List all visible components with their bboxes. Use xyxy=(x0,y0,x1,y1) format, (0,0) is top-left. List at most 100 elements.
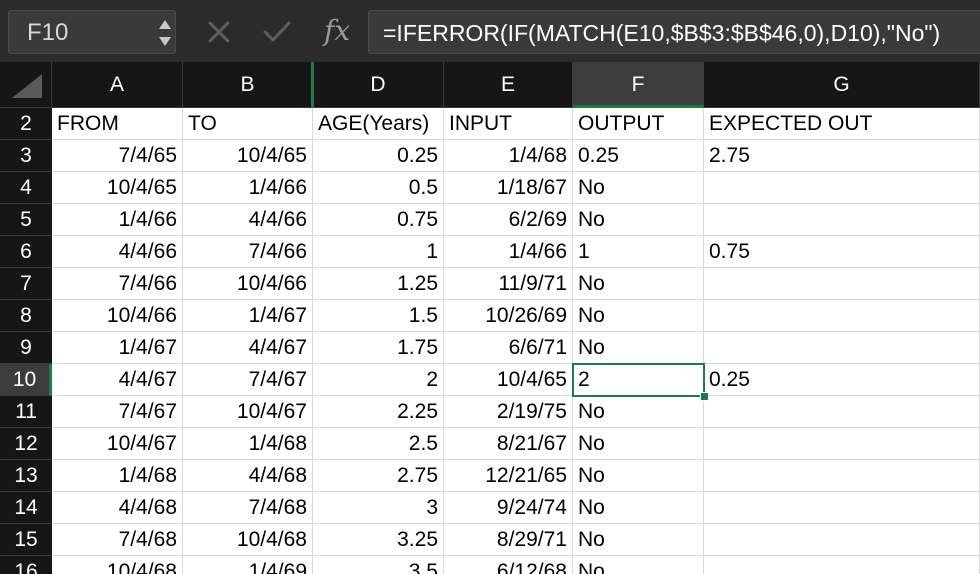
cell-g7[interactable] xyxy=(704,268,980,300)
cell-d7[interactable]: 1.25 xyxy=(313,268,444,300)
cell-b12[interactable]: 1/4/68 xyxy=(183,428,313,460)
cell-f13[interactable]: No xyxy=(573,460,704,492)
cell-f15[interactable]: No xyxy=(573,524,704,556)
cell-f2[interactable]: OUTPUT xyxy=(573,108,704,140)
fill-handle[interactable] xyxy=(700,392,709,401)
cell-a4[interactable]: 10/4/65 xyxy=(52,172,183,204)
cell-g6[interactable]: 0.75 xyxy=(704,236,980,268)
row-header-15[interactable]: 15 xyxy=(0,524,52,556)
cell-b15[interactable]: 10/4/68 xyxy=(183,524,313,556)
cell-g5[interactable] xyxy=(704,204,980,236)
select-all-button[interactable] xyxy=(0,62,52,108)
cell-b6[interactable]: 7/4/66 xyxy=(183,236,313,268)
cell-b16[interactable]: 1/4/69 xyxy=(183,556,313,574)
row-header-14[interactable]: 14 xyxy=(0,492,52,524)
stepper-icon[interactable] xyxy=(157,17,173,49)
cell-a10[interactable]: 4/4/67 xyxy=(52,364,183,396)
cell-d15[interactable]: 3.25 xyxy=(313,524,444,556)
cell-d12[interactable]: 2.5 xyxy=(313,428,444,460)
cell-e13[interactable]: 12/21/65 xyxy=(444,460,573,492)
cell-a16[interactable]: 10/4/68 xyxy=(52,556,183,574)
cell-a7[interactable]: 7/4/66 xyxy=(52,268,183,300)
row-header-7[interactable]: 7 xyxy=(0,268,52,300)
cell-g8[interactable] xyxy=(704,300,980,332)
cell-a12[interactable]: 10/4/67 xyxy=(52,428,183,460)
cell-g2[interactable]: EXPECTED OUT xyxy=(704,108,980,140)
cell-d10[interactable]: 2 xyxy=(313,364,444,396)
cell-e8[interactable]: 10/26/69 xyxy=(444,300,573,332)
cell-g11[interactable] xyxy=(704,396,980,428)
column-header-a[interactable]: A xyxy=(52,62,183,108)
cell-d16[interactable]: 3.5 xyxy=(313,556,444,574)
cell-g4[interactable] xyxy=(704,172,980,204)
cell-d9[interactable]: 1.75 xyxy=(313,332,444,364)
cell-f3[interactable]: 0.25 xyxy=(573,140,704,172)
cell-e14[interactable]: 9/24/74 xyxy=(444,492,573,524)
cell-e5[interactable]: 6/2/69 xyxy=(444,204,573,236)
cell-e12[interactable]: 8/21/67 xyxy=(444,428,573,460)
cell-d5[interactable]: 0.75 xyxy=(313,204,444,236)
cell-g15[interactable] xyxy=(704,524,980,556)
cell-f10[interactable]: 2 xyxy=(573,364,704,396)
cell-e16[interactable]: 6/12/68 xyxy=(444,556,573,574)
cell-b5[interactable]: 4/4/66 xyxy=(183,204,313,236)
cell-f4[interactable]: No xyxy=(573,172,704,204)
cell-d2[interactable]: AGE(Years) xyxy=(313,108,444,140)
row-header-9[interactable]: 9 xyxy=(0,332,52,364)
cell-d3[interactable]: 0.25 xyxy=(313,140,444,172)
cell-g9[interactable] xyxy=(704,332,980,364)
cell-e3[interactable]: 1/4/68 xyxy=(444,140,573,172)
cell-b9[interactable]: 4/4/67 xyxy=(183,332,313,364)
column-header-b[interactable]: B xyxy=(183,62,313,108)
hidden-column-marker[interactable] xyxy=(311,62,314,108)
cell-f11[interactable]: No xyxy=(573,396,704,428)
fx-icon[interactable]: fx xyxy=(324,14,350,47)
row-header-6[interactable]: 6 xyxy=(0,236,52,268)
cell-g16[interactable] xyxy=(704,556,980,574)
cell-a9[interactable]: 1/4/67 xyxy=(52,332,183,364)
row-header-5[interactable]: 5 xyxy=(0,204,52,236)
column-header-d[interactable]: D xyxy=(313,62,444,108)
cell-b7[interactable]: 10/4/66 xyxy=(183,268,313,300)
cell-f9[interactable]: No xyxy=(573,332,704,364)
cell-b3[interactable]: 10/4/65 xyxy=(183,140,313,172)
cell-g12[interactable] xyxy=(704,428,980,460)
cell-e6[interactable]: 1/4/66 xyxy=(444,236,573,268)
row-header-11[interactable]: 11 xyxy=(0,396,52,428)
cell-e11[interactable]: 2/19/75 xyxy=(444,396,573,428)
cell-g3[interactable]: 2.75 xyxy=(704,140,980,172)
cell-a8[interactable]: 10/4/66 xyxy=(52,300,183,332)
column-header-g[interactable]: G xyxy=(704,62,980,108)
cell-d13[interactable]: 2.75 xyxy=(313,460,444,492)
cell-b13[interactable]: 4/4/68 xyxy=(183,460,313,492)
cell-a3[interactable]: 7/4/65 xyxy=(52,140,183,172)
row-header-16[interactable]: 16 xyxy=(0,556,52,574)
row-header-4[interactable]: 4 xyxy=(0,172,52,204)
cell-e9[interactable]: 6/6/71 xyxy=(444,332,573,364)
cell-b11[interactable]: 10/4/67 xyxy=(183,396,313,428)
row-header-2[interactable]: 2 xyxy=(0,108,52,140)
cell-b4[interactable]: 1/4/66 xyxy=(183,172,313,204)
row-header-3[interactable]: 3 xyxy=(0,140,52,172)
cell-a15[interactable]: 7/4/68 xyxy=(52,524,183,556)
cell-g13[interactable] xyxy=(704,460,980,492)
cell-b8[interactable]: 1/4/67 xyxy=(183,300,313,332)
cell-g10[interactable]: 0.25 xyxy=(704,364,980,396)
cell-f14[interactable]: No xyxy=(573,492,704,524)
cell-d4[interactable]: 0.5 xyxy=(313,172,444,204)
column-header-f[interactable]: F xyxy=(573,62,704,108)
cell-b14[interactable]: 7/4/68 xyxy=(183,492,313,524)
cell-d11[interactable]: 2.25 xyxy=(313,396,444,428)
cell-e15[interactable]: 8/29/71 xyxy=(444,524,573,556)
row-header-13[interactable]: 13 xyxy=(0,460,52,492)
cell-a5[interactable]: 1/4/66 xyxy=(52,204,183,236)
cell-e2[interactable]: INPUT xyxy=(444,108,573,140)
cell-a14[interactable]: 4/4/68 xyxy=(52,492,183,524)
cell-b10[interactable]: 7/4/67 xyxy=(183,364,313,396)
cell-f6[interactable]: 1 xyxy=(573,236,704,268)
cell-f7[interactable]: No xyxy=(573,268,704,300)
cell-b2[interactable]: TO xyxy=(183,108,313,140)
row-header-10[interactable]: 10 xyxy=(0,364,52,396)
cell-a13[interactable]: 1/4/68 xyxy=(52,460,183,492)
cell-d6[interactable]: 1 xyxy=(313,236,444,268)
